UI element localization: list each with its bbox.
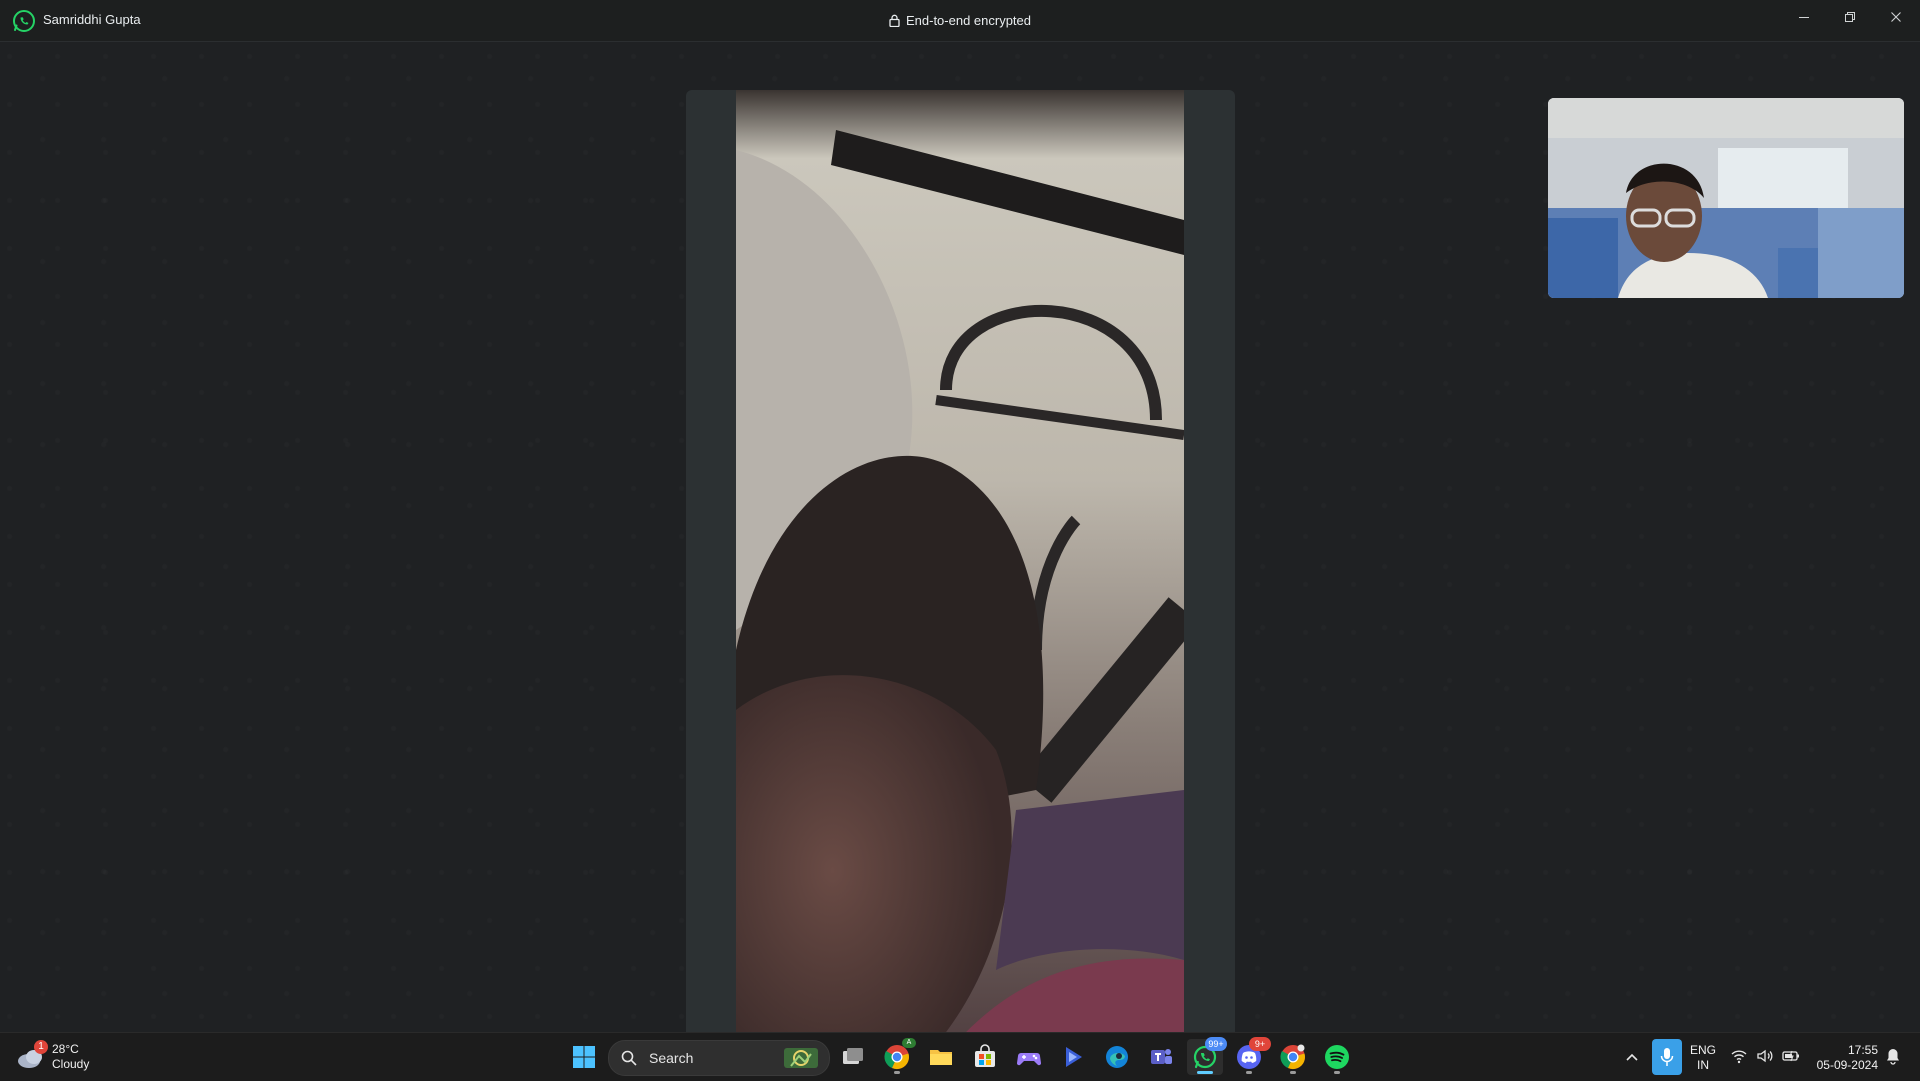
close-button[interactable] [1873, 0, 1919, 34]
taskbar-file-explorer[interactable] [923, 1039, 959, 1075]
contact-name: Samriddhi Gupta [43, 12, 141, 27]
remote-video-frame[interactable] [686, 90, 1235, 1066]
taskbar-store[interactable] [967, 1039, 1003, 1075]
restore-button[interactable] [1827, 0, 1873, 34]
taskbar-edge[interactable] [1099, 1039, 1135, 1075]
play-icon [1066, 1047, 1082, 1067]
taskbar-spotify[interactable] [1319, 1039, 1355, 1075]
taskbar-chrome-profile[interactable] [1275, 1039, 1311, 1075]
search-input[interactable] [647, 1049, 771, 1067]
clock-date: 05-09-2024 [1816, 1058, 1878, 1072]
system-tray-icons[interactable] [1730, 1047, 1800, 1065]
close-icon [1891, 12, 1901, 22]
microphone-icon [1660, 1048, 1674, 1066]
battery-icon[interactable] [1782, 1047, 1800, 1065]
taskbar-chrome[interactable]: A [879, 1038, 916, 1075]
wifi-icon[interactable] [1730, 1047, 1748, 1065]
teams-icon [1151, 1049, 1172, 1064]
taskbar: 1 28°C Cloudy A 99+ [0, 1032, 1920, 1081]
lock-icon [889, 14, 900, 30]
weather-temperature: 28°C [52, 1042, 79, 1056]
folder-icon [930, 1050, 952, 1065]
restore-icon [1845, 12, 1855, 22]
video-call-area [0, 42, 1920, 1066]
weather-widget[interactable]: 1 28°C Cloudy [16, 1039, 89, 1075]
task-view-button[interactable] [835, 1039, 871, 1075]
start-button[interactable] [566, 1039, 602, 1075]
notification-bell-icon[interactable] [1884, 1047, 1902, 1065]
whatsapp-logo-icon [12, 9, 36, 33]
windows-icon [573, 1046, 595, 1068]
title-bar: Samriddhi Gupta End-to-end encrypted [0, 0, 1920, 42]
search-highlight-icon [784, 1048, 818, 1068]
taskbar-game[interactable] [1011, 1039, 1047, 1075]
chrome-icon [1280, 1044, 1305, 1070]
clock[interactable]: 17:55 05-09-2024 [1808, 1043, 1878, 1073]
language-indicator[interactable]: ENG IN [1690, 1043, 1716, 1073]
taskbar-media-player[interactable] [1055, 1039, 1091, 1075]
chevron-up-icon[interactable] [1622, 1047, 1642, 1067]
store-icon [975, 1044, 995, 1067]
microphone-button[interactable] [1652, 1039, 1682, 1075]
taskbar-teams[interactable] [1143, 1039, 1179, 1075]
region-code: IN [1697, 1058, 1709, 1072]
taskbar-whatsapp[interactable]: 99+ [1187, 1037, 1227, 1075]
remote-video [736, 90, 1184, 1066]
cloud-icon: 1 [16, 1040, 48, 1070]
task-view-icon [843, 1048, 863, 1064]
taskbar-discord[interactable]: 9+ [1231, 1037, 1271, 1075]
weather-alert-badge: 1 [34, 1040, 48, 1054]
discord-unread-badge: 9+ [1249, 1037, 1271, 1051]
encryption-label: End-to-end encrypted [905, 13, 1032, 28]
spotify-icon [1325, 1045, 1349, 1069]
whatsapp-unread-badge: 99+ [1205, 1037, 1227, 1051]
remote-video-feed [736, 90, 1184, 1066]
language-code: ENG [1690, 1043, 1717, 1057]
weather-condition: Cloudy [52, 1057, 90, 1071]
search-icon [621, 1050, 637, 1066]
taskbar-search[interactable] [608, 1040, 830, 1076]
edge-icon [1106, 1046, 1128, 1068]
encryption-status: End-to-end encrypted [0, 13, 1920, 30]
volume-icon[interactable] [1756, 1047, 1774, 1065]
chrome-profile-badge: A [902, 1038, 916, 1048]
self-view-feed [1548, 98, 1904, 298]
self-view-preview[interactable] [1548, 98, 1904, 298]
minimize-button[interactable] [1781, 0, 1827, 34]
clock-time: 17:55 [1847, 1043, 1878, 1057]
minimize-icon [1799, 17, 1809, 18]
gamepad-icon [1016, 1053, 1042, 1066]
